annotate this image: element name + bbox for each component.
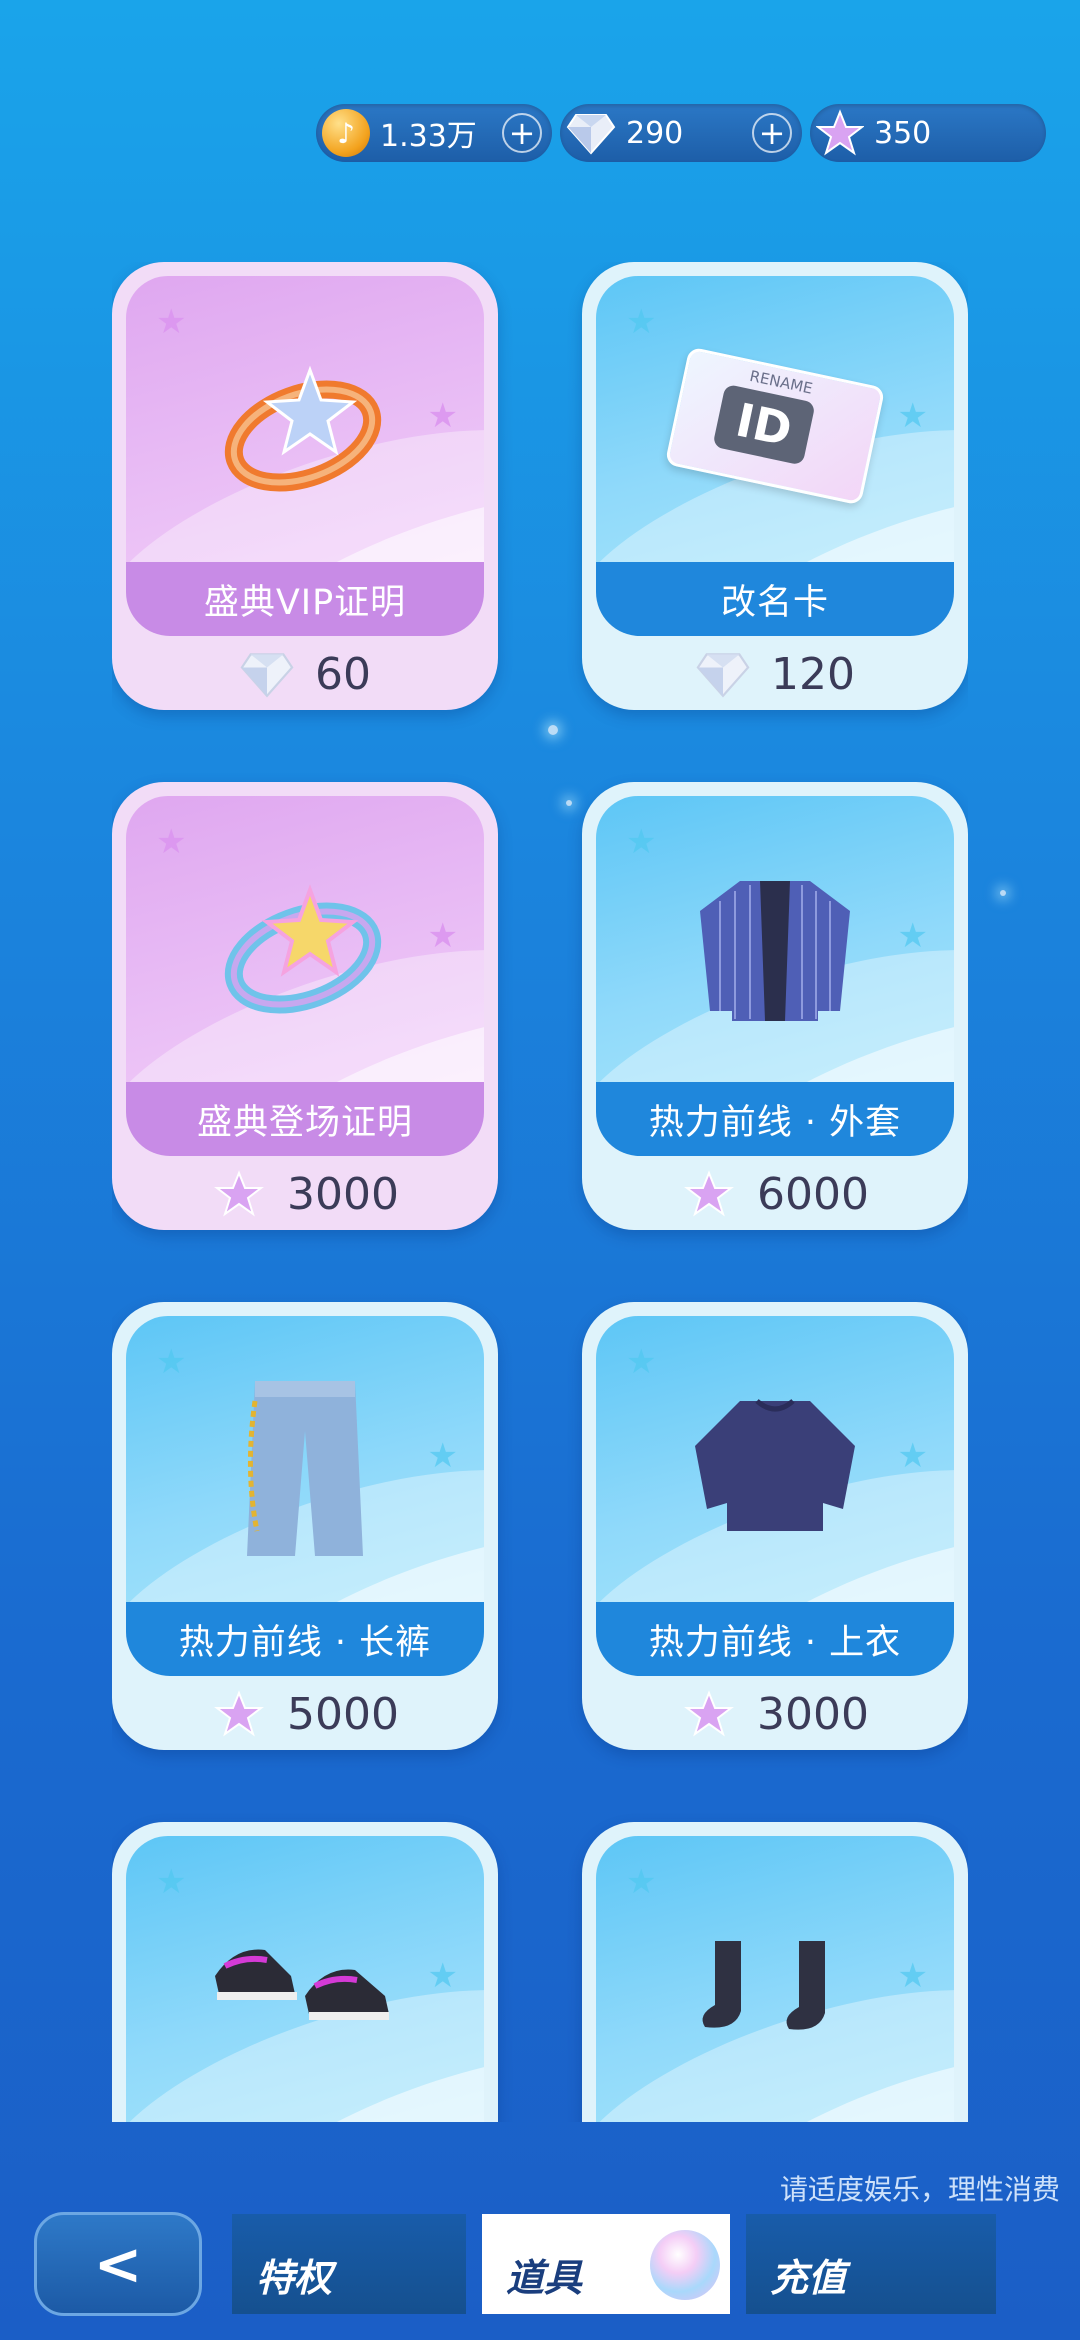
- add-coins-button[interactable]: +: [502, 113, 542, 153]
- item-price-value: 120: [771, 648, 855, 700]
- item-price: 120: [582, 646, 968, 702]
- star-decor-icon: ★: [897, 1956, 928, 1996]
- star-currency-icon: [214, 1170, 264, 1217]
- shop-item-card[interactable]: ★ ★ 盛典登场证明 3000: [112, 782, 498, 1230]
- item-image-area: ★ ★: [126, 1836, 484, 2122]
- item-name: 热力前线 · 长裤: [178, 1622, 432, 1663]
- sparkle-decor: [1000, 890, 1006, 896]
- item-price-value: 6000: [757, 1168, 869, 1220]
- shop-item-card[interactable]: ★ ★: [112, 1822, 498, 2122]
- item-image-area: ★ ★: [596, 1836, 954, 2122]
- bottom-tab-bar: < 特权 道具 充值: [0, 2208, 1080, 2340]
- star-balance: 350: [810, 104, 1046, 162]
- diamond-icon: [566, 111, 616, 155]
- music-note-coin-icon: ♪: [322, 109, 370, 157]
- tab-privileges[interactable]: 特权: [232, 2214, 466, 2314]
- item-name-band: 热力前线 · 长裤: [126, 1602, 484, 1676]
- star-decor-icon: ★: [626, 822, 657, 862]
- star-decor-icon: ★: [156, 822, 187, 862]
- star-decor-icon: ★: [427, 1956, 458, 1996]
- item-grid: ★ ★ 盛典VIP证明 60 ★ ★ RENAME ID 改名卡 120 ★ ★…: [112, 262, 968, 2122]
- socks-icon: [702, 1941, 825, 2030]
- star-ring-icon: [224, 884, 382, 1014]
- chevron-left-icon: <: [93, 2230, 143, 2298]
- coin-balance: ♪ 1.33万 +: [316, 104, 552, 162]
- item-name: 盛典VIP证明: [203, 582, 407, 623]
- item-name-band: 热力前线 · 外套: [596, 1082, 954, 1156]
- item-price-value: 3000: [287, 1168, 399, 1220]
- item-name: 改名卡: [720, 582, 829, 623]
- item-image-area: ★ ★ RENAME ID: [596, 276, 954, 576]
- disco-ball-icon: [650, 2230, 720, 2300]
- item-image-area: ★ ★: [126, 276, 484, 576]
- jeans-icon: [247, 1381, 363, 1556]
- item-image-area: ★ ★: [596, 1316, 954, 1616]
- item-image-area: ★ ★: [126, 1316, 484, 1616]
- shop-item-card[interactable]: ★ ★ 热力前线 · 上衣 3000: [582, 1302, 968, 1750]
- diamond-value: 290: [626, 115, 684, 151]
- tab-label: 充值: [770, 2256, 847, 2300]
- tab-items[interactable]: 道具: [482, 2214, 730, 2314]
- item-price: 60: [112, 646, 498, 702]
- shop-item-card[interactable]: ★ ★ RENAME ID 改名卡 120: [582, 262, 968, 710]
- shop-item-card[interactable]: ★ ★: [582, 1822, 968, 2122]
- moderation-notice: 请适度娱乐，理性消费: [779, 2173, 1060, 2206]
- star-decor-icon: ★: [156, 1342, 187, 1382]
- star-decor-icon: ★: [626, 1342, 657, 1382]
- coin-value: 1.33万: [380, 119, 477, 154]
- sneakers-icon: [215, 1949, 389, 2020]
- tab-label: 道具: [506, 2256, 583, 2300]
- star-decor-icon: ★: [897, 916, 928, 956]
- back-button[interactable]: <: [34, 2212, 202, 2316]
- item-price-value: 5000: [287, 1688, 399, 1740]
- star-currency-icon: [815, 109, 865, 157]
- star-ring-icon: [224, 365, 382, 492]
- item-image-area: ★ ★: [596, 796, 954, 1096]
- star-decor-icon: ★: [626, 302, 657, 342]
- star-currency-icon: [684, 1690, 734, 1737]
- star-decor-icon: ★: [427, 396, 458, 436]
- item-name-band: 改名卡: [596, 562, 954, 636]
- diamond-balance: 290 +: [560, 104, 802, 162]
- item-price-value: 3000: [757, 1688, 869, 1740]
- star-decor-icon: ★: [156, 302, 187, 342]
- shop-item-card[interactable]: ★ ★ 盛典VIP证明 60: [112, 262, 498, 710]
- star-currency-icon: [214, 1690, 264, 1737]
- item-name-band: 盛典登场证明: [126, 1082, 484, 1156]
- sweater-icon: [695, 1399, 855, 1531]
- diamond-icon: [696, 653, 750, 698]
- diamond-icon: [240, 653, 294, 698]
- star-decor-icon: ★: [427, 916, 458, 956]
- star-decor-icon: ★: [626, 1862, 657, 1902]
- item-image-area: ★ ★: [126, 796, 484, 1096]
- shop-item-card[interactable]: ★ ★ 热力前线 · 外套 6000: [582, 782, 968, 1230]
- item-name-band: 盛典VIP证明: [126, 562, 484, 636]
- jacket-icon: [700, 881, 850, 1021]
- item-price: 5000: [112, 1686, 498, 1742]
- item-price: 6000: [582, 1166, 968, 1222]
- item-price: 3000: [112, 1166, 498, 1222]
- item-price: 3000: [582, 1686, 968, 1742]
- tab-recharge[interactable]: 充值: [746, 2214, 996, 2314]
- add-diamonds-button[interactable]: +: [752, 113, 792, 153]
- shop-item-card[interactable]: ★ ★ 热力前线 · 长裤 5000: [112, 1302, 498, 1750]
- rename-card-icon: RENAME ID: [664, 346, 886, 506]
- star-decor-icon: ★: [156, 1862, 187, 1902]
- star-decor-icon: ★: [427, 1436, 458, 1476]
- item-name: 盛典登场证明: [196, 1102, 413, 1143]
- id-badge: ID: [712, 383, 816, 466]
- star-decor-icon: ★: [897, 1436, 928, 1476]
- item-price-value: 60: [315, 648, 371, 700]
- item-name: 热力前线 · 外套: [648, 1102, 902, 1143]
- tab-label: 特权: [256, 2256, 333, 2300]
- star-value: 350: [874, 115, 932, 151]
- star-decor-icon: ★: [897, 396, 928, 436]
- star-currency-icon: [684, 1170, 734, 1217]
- item-name-band: 热力前线 · 上衣: [596, 1602, 954, 1676]
- item-name: 热力前线 · 上衣: [648, 1622, 902, 1663]
- currency-bar: ♪ 1.33万 + 290 + 350: [316, 104, 1046, 162]
